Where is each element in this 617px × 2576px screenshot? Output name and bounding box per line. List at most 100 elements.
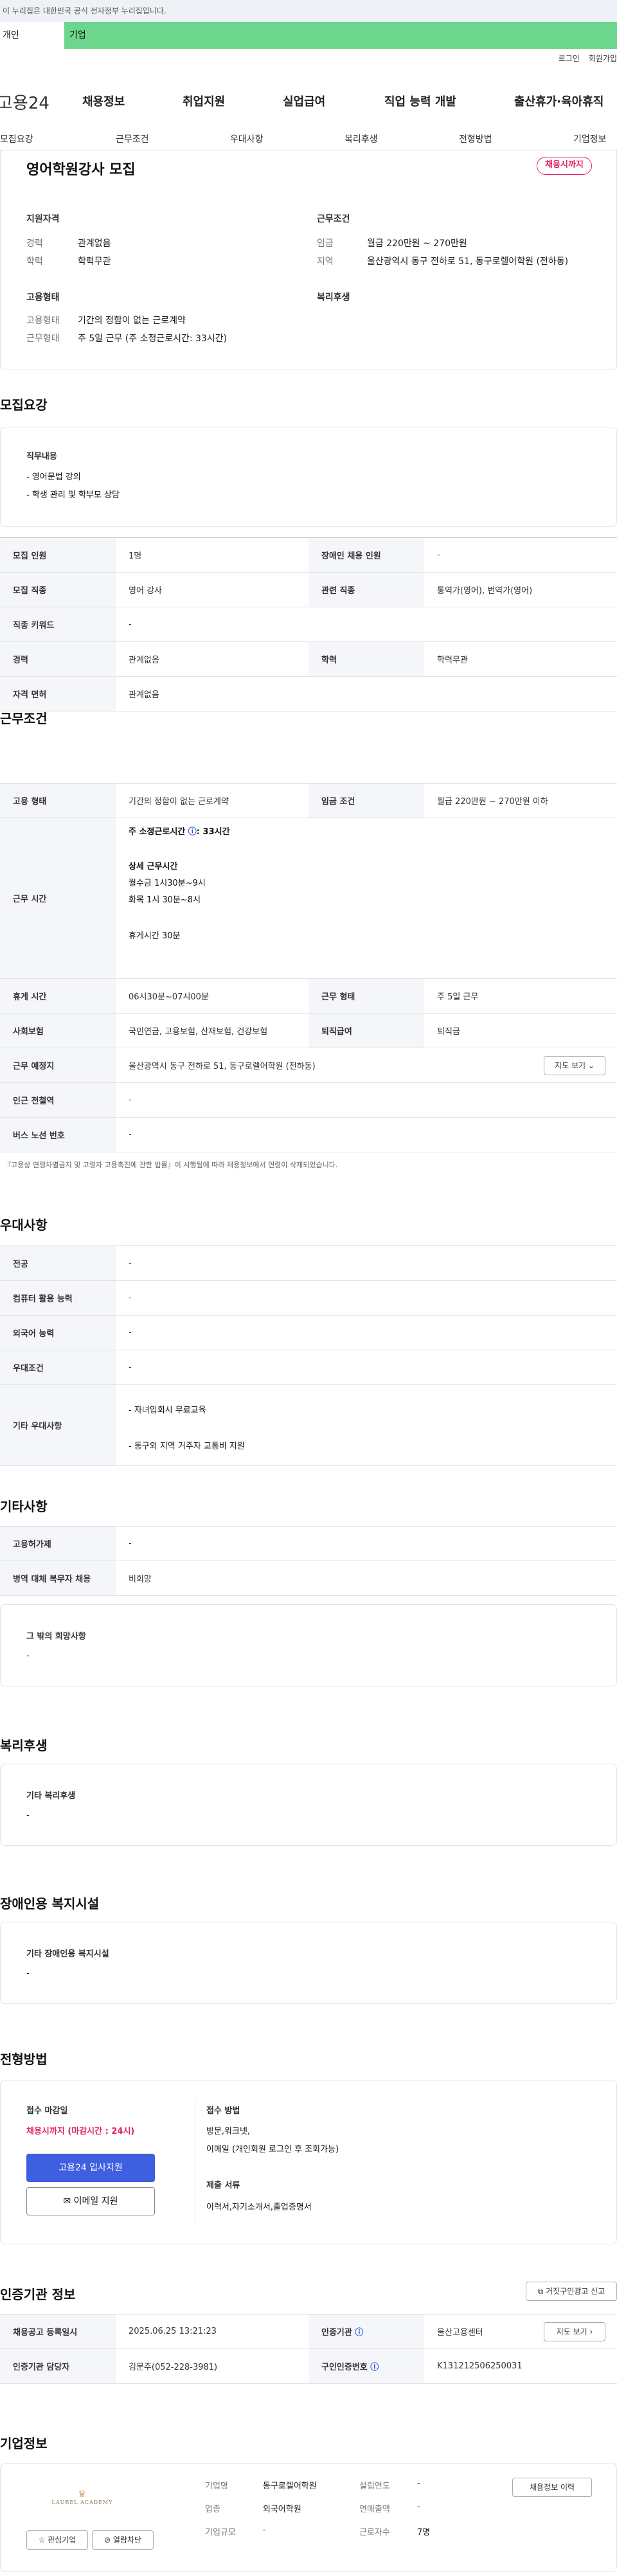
table-row: 병역 대체 복무자 채용 비희망 — [0, 1561, 617, 1596]
table-header: 임금 조건 — [308, 783, 424, 818]
map-view-button[interactable]: 지도 보기 ⌄ — [544, 1056, 605, 1075]
apply-button[interactable]: 고용24 입사지원 — [26, 2154, 155, 2182]
subnav-welfare[interactable]: 복리후생 — [344, 132, 378, 145]
table-header: 직종 키워드 — [0, 607, 116, 641]
employees-value: 7명 — [417, 2528, 431, 2537]
education-key: 학력 — [26, 256, 43, 267]
table-row: 자격 면허 관계없음 — [0, 677, 617, 711]
conditions-table: 고용 형태 기간의 정함이 없는 근로계약 임금 조건 월급 220만원 ~ 2… — [0, 783, 617, 1152]
duty-label: 직무내용 — [26, 452, 57, 461]
preference-section-title: 우대사항 — [0, 1217, 48, 1233]
table-cell: - — [129, 1363, 132, 1372]
subnav-recruit[interactable]: 모집요강 — [0, 132, 33, 145]
table-cell: - — [129, 620, 132, 629]
welfare-other-value: - — [26, 1811, 30, 1820]
table-row: 기타 우대사항 - 자녀입회시 무료교육 - 동구외 지역 거주자 교통비 지원 — [0, 1385, 617, 1466]
table-header: 근무 형태 — [308, 979, 424, 1013]
employees-key: 근로자수 — [359, 2528, 390, 2537]
table-header: 채용공고 등록일시 — [0, 2314, 116, 2348]
table-row: 모집 직종 영어 강사 관련 직종 통역가(영어), 번역가(영어) — [0, 573, 617, 607]
block-icon: ⊘ — [103, 2536, 111, 2545]
wish-value: - — [26, 1651, 30, 1661]
table-header: 장애인 채용 인원 — [308, 538, 424, 572]
signup-link[interactable]: 회원가입 — [589, 54, 617, 63]
gnb-item-jobs[interactable]: 채용정보 — [82, 93, 125, 109]
info-icon[interactable]: ⓘ — [188, 827, 197, 837]
table-row: 인증기관 담당자 김문주(052-228-3981) 구인인증번호 ⓘ K131… — [0, 2349, 617, 2384]
table-cell: - — [437, 550, 440, 560]
email-apply-button[interactable]: ✉ 이메일 지원 — [26, 2187, 155, 2215]
conditions-label: 근무조건 — [317, 214, 350, 224]
preference-line: - 동구외 지역 거주자 교통비 지원 — [129, 1442, 245, 1451]
info-icon[interactable]: ⓘ — [355, 2325, 363, 2338]
star-icon: ☆ — [38, 2536, 46, 2545]
table-row: 우대조건 - — [0, 1350, 617, 1385]
table-cell: 울산광역시 동구 전하로 51, 동구로렐어학원 (전하동) — [129, 1062, 316, 1071]
tab-company[interactable]: 기업 — [64, 22, 617, 49]
table-cell: 주 5일 근무 — [437, 992, 479, 1002]
block-view-button[interactable]: ⊘ 열람차단 — [92, 2530, 154, 2550]
worktype-value: 주 5일 근무 (주 소정근로시간: 33시간) — [78, 334, 228, 344]
table-row: 인근 전철역 - — [0, 1083, 617, 1118]
gnb-item-skills-development[interactable]: 직업 능력 개발 — [384, 93, 456, 109]
deadline-value: 채용시까지 (마감시간 : 24시) — [26, 2127, 135, 2136]
table-row: 직종 키워드 - — [0, 607, 617, 642]
industry-key: 업종 — [205, 2505, 220, 2514]
table-row: 채용공고 등록일시 2025.06.25 13:21:23 인증기관 ⓘ 울산고… — [0, 2314, 617, 2349]
info-icon[interactable]: ⓘ — [370, 2360, 379, 2372]
favorite-company-button[interactable]: ☆ 관심기업 — [26, 2530, 88, 2550]
table-row: 외국어 능력 - — [0, 1316, 617, 1350]
company-name-value: 동구로렐어학원 — [263, 2482, 317, 2491]
site-logo[interactable]: 고용24 — [0, 90, 49, 114]
founded-key: 설립연도 — [359, 2482, 390, 2491]
table-header: 인증기관 담당자 — [0, 2349, 116, 2383]
agency-map-button[interactable]: 지도 보기 › — [544, 2322, 605, 2341]
table-header: 인증기관 ⓘ — [308, 2314, 424, 2348]
table-header: 고용 형태 — [0, 783, 116, 818]
table-header: 병역 대체 복무자 채용 — [0, 1561, 116, 1595]
global-nav: 고용24 채용정보 취업지원 실업급여 직업 능력 개발 출산휴가·육아휴직 — [0, 90, 617, 118]
welfare-label: 복리후생 — [317, 292, 350, 303]
table-header: 고용허가제 — [0, 1526, 116, 1561]
company-card: ♛ LAUREL ACADEMY ☆ 관심기업 ⊘ 열람차단 기업명 동구로렐어학… — [0, 2463, 617, 2572]
wage-value: 월급 220만원 ~ 270만원 — [367, 238, 467, 249]
subnav-preference[interactable]: 우대사항 — [230, 132, 264, 145]
subnav-conditions[interactable]: 근무조건 — [116, 132, 149, 145]
gnb-item-unemployment-benefits[interactable]: 실업급여 — [283, 93, 325, 109]
employment-type-label: 고용형태 — [26, 292, 60, 303]
table-header: 관련 직종 — [308, 573, 424, 607]
age-note: 『고용상 연령차별금지 및 고령자 고용촉진에 관한 법률』이 시행됨에 따라 … — [4, 1161, 338, 1169]
gnb-item-parental-leave[interactable]: 출산휴가·육아휴직 — [514, 93, 604, 109]
tab-individual[interactable]: 개인 — [0, 22, 64, 49]
chevron-down-icon: ⌄ — [587, 1061, 595, 1070]
table-cell: K131212506250031 — [437, 2361, 523, 2371]
education-value: 학력무관 — [78, 256, 111, 267]
login-link[interactable]: 로그인 — [559, 54, 580, 63]
gov-notice-text: 이 누리집은 대한민국 공식 전자정부 누리집입니다. — [3, 6, 166, 15]
report-button[interactable]: ⧉ 거짓구인광고 신고 — [526, 2282, 617, 2301]
deadline-badge: 채용시까지 — [537, 157, 592, 175]
mail-icon: ✉ — [63, 2196, 71, 2206]
table-cell: 06시30분~07시00분 — [129, 992, 209, 1002]
table-cell: - — [129, 1258, 132, 1268]
career-value: 관계없음 — [78, 238, 111, 249]
table-row: 근무 시간 주 소정근로시간 ⓘ: 33시간 상세 근무시간 월수금 1시30분… — [0, 818, 617, 979]
table-row: 고용허가제 - — [0, 1526, 617, 1561]
duty-card: 직무내용 - 영어문법 강의 - 학생 관리 및 학부모 상담 — [0, 427, 617, 527]
job-title: 영어학원강사 모집 — [26, 162, 136, 178]
gnb-item-employment-support[interactable]: 취업지원 — [183, 93, 225, 109]
subnav-company[interactable]: 기업정보 — [573, 132, 607, 145]
table-row: 근무 예정지 울산광역시 동구 전하로 51, 동구로렐어학원 (전하동) 지도… — [0, 1048, 617, 1083]
recruit-history-button[interactable]: 채용정보 이력 — [512, 2478, 592, 2497]
gov-notice-bar: 이 누리집은 대한민국 공식 전자정부 누리집입니다. — [0, 0, 617, 22]
wish-label: 그 밖의 희망사항 — [26, 1632, 86, 1641]
subnav-selection[interactable]: 전형방법 — [459, 132, 492, 145]
table-cell: 영어 강사 — [129, 586, 162, 596]
welfare-other-label: 기타 복리후생 — [26, 1791, 76, 1801]
table-cell: 울산고용센터 — [437, 2328, 483, 2338]
table-header: 학력 — [308, 642, 424, 676]
table-cell: 관계없음 — [129, 690, 159, 700]
duty-line: - 학생 관리 및 학부모 상담 — [26, 490, 120, 500]
company-section-title: 기업정보 — [0, 2436, 48, 2451]
qualification-label: 지원자격 — [26, 214, 60, 224]
